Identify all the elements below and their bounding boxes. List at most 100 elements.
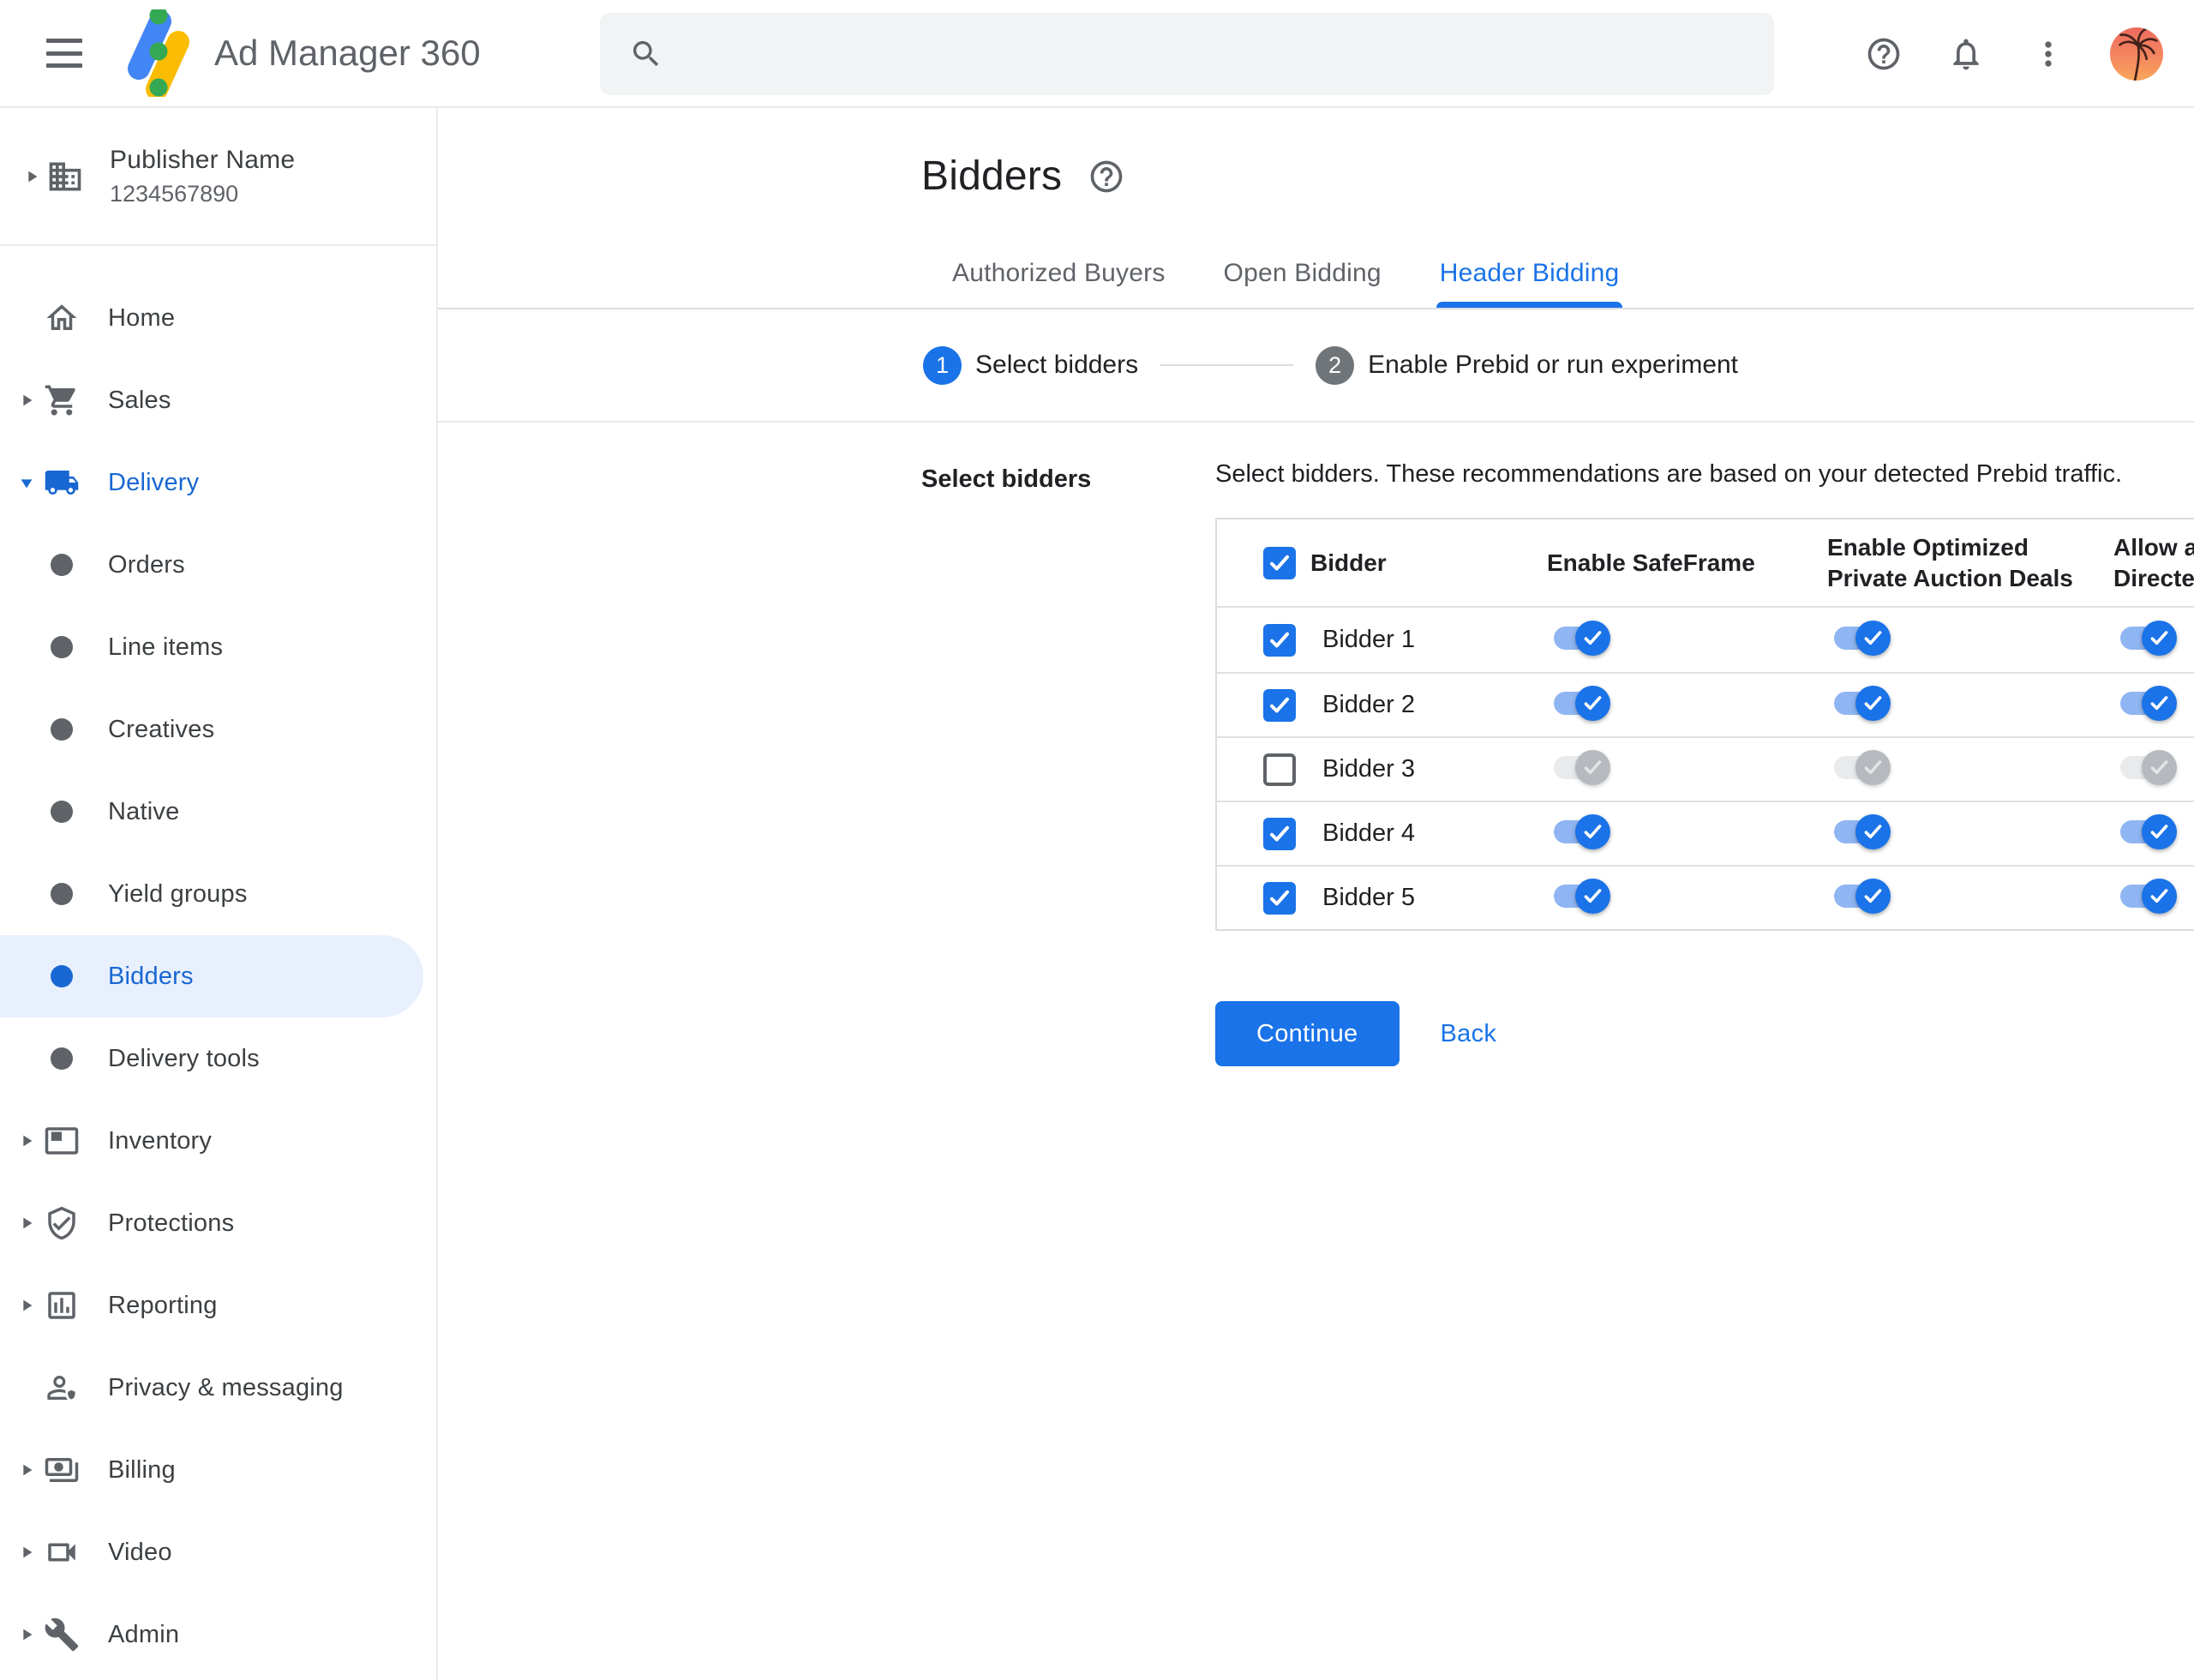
sidebar-item-bidders[interactable]: Bidders [0, 935, 423, 1017]
sidebar-item-reporting[interactable]: Reporting [0, 1264, 436, 1347]
menu-icon[interactable] [46, 39, 84, 68]
tab-header-bidding[interactable]: Header Bidding [1411, 239, 1649, 308]
sidebar-item-creatives[interactable]: Creatives [0, 688, 436, 771]
nav-icon-slot [43, 1617, 81, 1653]
toggle-enable-safeframe[interactable] [1554, 878, 1610, 914]
nav-icon-slot [43, 300, 81, 336]
step-2[interactable]: 2 Enable Prebid or run experiment [1316, 345, 1738, 385]
sidebar-item-yield-groups[interactable]: Yield groups [0, 853, 436, 935]
check-icon [1584, 695, 1602, 710]
tab-open-bidding[interactable]: Open Bidding [1195, 239, 1411, 308]
toggle-enable-optimized-private-auction-deals[interactable] [1834, 685, 1891, 721]
check-icon [1270, 825, 1289, 841]
section-body: Select bidders. These recommendations ar… [1215, 460, 2194, 1066]
toggle-allow-ads-on-child-directed-requests[interactable] [2120, 878, 2177, 914]
toggle-enable-safeframe[interactable] [1554, 749, 1610, 785]
sidebar-item-label: Orders [108, 550, 185, 579]
toggle-enable-optimized-private-auction-deals[interactable] [1834, 620, 1891, 656]
bidder-name: Bidder 5 [1322, 884, 1416, 911]
bidder-name: Bidder 1 [1322, 626, 1416, 653]
back-link[interactable]: Back [1441, 1020, 1497, 1048]
truck-icon [45, 471, 79, 495]
form-actions: Continue Back [1215, 1001, 2194, 1066]
column-header-child-directed: Allow ads on Child-Directed Requests [2113, 533, 2194, 591]
select-all-checkbox[interactable] [1263, 546, 1296, 579]
body-row: Publisher Name 1234567890 Home Sales Deliv… [0, 108, 2194, 1680]
toggle-allow-ads-on-child-directed-requests[interactable] [2120, 620, 2177, 656]
row-checkbox[interactable] [1263, 817, 1296, 850]
sidebar-item-inventory[interactable]: Inventory [0, 1100, 436, 1182]
bidder-name: Bidder 2 [1322, 691, 1416, 718]
row-checkbox[interactable] [1263, 881, 1296, 915]
sidebar-item-sales[interactable]: Sales [0, 359, 436, 441]
table-row: Bidder 5 [1217, 865, 2194, 929]
page-help-icon[interactable] [1088, 158, 1125, 195]
sidebar-item-orders[interactable]: Orders [0, 524, 436, 606]
check-icon [2150, 695, 2168, 710]
notifications-button[interactable] [1947, 35, 1985, 73]
ad-manager-logo-icon [128, 9, 189, 97]
more-options-button[interactable] [2029, 35, 2067, 73]
nav-icon-slot [43, 1287, 81, 1323]
sidebar-item-privacy-messaging[interactable]: Privacy & messaging [0, 1347, 436, 1429]
more-vert-icon [2045, 41, 2052, 67]
sidebar-item-label: Home [108, 303, 176, 332]
row-checkbox[interactable] [1263, 688, 1296, 722]
nav-icon-slot [43, 1123, 81, 1159]
sidebar-item-label: Creatives [108, 715, 215, 743]
sidebar-item-video[interactable]: Video [0, 1511, 436, 1593]
page-head: Bidders [438, 108, 2194, 200]
sidebar-item-delivery[interactable]: Delivery [0, 441, 436, 524]
section-description: Select bidders. These recommendations ar… [1215, 460, 2123, 488]
toggle-enable-optimized-private-auction-deals[interactable] [1834, 878, 1891, 914]
inventory-icon [45, 1127, 79, 1155]
row-checkbox[interactable] [1263, 623, 1296, 657]
help-button[interactable] [1865, 35, 1903, 73]
stepper: 1 Select bidders 2 Enable Prebid or run exp… [438, 309, 2194, 423]
nav-icon-slot [43, 382, 81, 418]
step-1[interactable]: 1 Select bidders [923, 345, 1138, 385]
sidebar-item-home[interactable]: Home [0, 277, 436, 359]
sidebar-nav-list: Home Sales Delivery Orders Line items Creativ… [0, 246, 436, 1676]
tab-authorized-buyers[interactable]: Authorized Buyers [923, 239, 1195, 308]
publisher-switcher[interactable]: Publisher Name 1234567890 [0, 108, 436, 246]
person-shield-icon [47, 1376, 78, 1402]
sidebar-item-delivery-tools[interactable]: Delivery tools [0, 1017, 436, 1100]
expand-arrow-slot [15, 1461, 38, 1479]
sidebar-item-line-items[interactable]: Line items [0, 606, 436, 688]
avatar[interactable] [2110, 27, 2163, 81]
bidder-name: Bidder 3 [1322, 755, 1416, 783]
toggle-allow-ads-on-child-directed-requests[interactable] [2120, 749, 2177, 785]
toggle-enable-safeframe[interactable] [1554, 685, 1610, 721]
wrench-icon [45, 1617, 79, 1652]
toggle-enable-safeframe[interactable] [1554, 620, 1610, 656]
toggle-allow-ads-on-child-directed-requests[interactable] [2120, 685, 2177, 721]
row-checkbox[interactable] [1263, 753, 1296, 786]
sidebar-item-admin[interactable]: Admin [0, 1593, 436, 1676]
sidebar-item-label: Privacy & messaging [108, 1373, 344, 1401]
sidebar-item-label: Reporting [108, 1291, 218, 1319]
toggle-enable-optimized-private-auction-deals[interactable] [1834, 813, 1891, 849]
shield-check-icon [48, 1206, 75, 1240]
chevron-right-icon [23, 1629, 33, 1641]
search-input[interactable] [600, 13, 1774, 95]
sidebar-item-native[interactable]: Native [0, 771, 436, 853]
toggle-enable-optimized-private-auction-deals[interactable] [1834, 749, 1891, 785]
sidebar-item-label: Delivery tools [108, 1044, 260, 1072]
sidebar-item-protections[interactable]: Protections [0, 1182, 436, 1264]
chevron-right-icon [23, 1217, 33, 1229]
bullet-icon [51, 1047, 73, 1070]
sidebar-item-label: Sales [108, 386, 171, 414]
avatar-palm-image [2110, 27, 2163, 81]
nav-icon-slot [43, 883, 81, 905]
help-icon [1867, 38, 1900, 70]
toggle-allow-ads-on-child-directed-requests[interactable] [2120, 813, 2177, 849]
sidebar-item-billing[interactable]: Billing [0, 1429, 436, 1511]
check-icon [2150, 630, 2168, 645]
toggle-enable-safeframe[interactable] [1554, 813, 1610, 849]
publisher-name: Publisher Name [110, 145, 296, 174]
sidebar-item-label: Yield groups [108, 879, 248, 908]
check-icon [1864, 888, 1882, 903]
continue-button[interactable]: Continue [1215, 1001, 1400, 1066]
check-icon [1270, 890, 1289, 905]
